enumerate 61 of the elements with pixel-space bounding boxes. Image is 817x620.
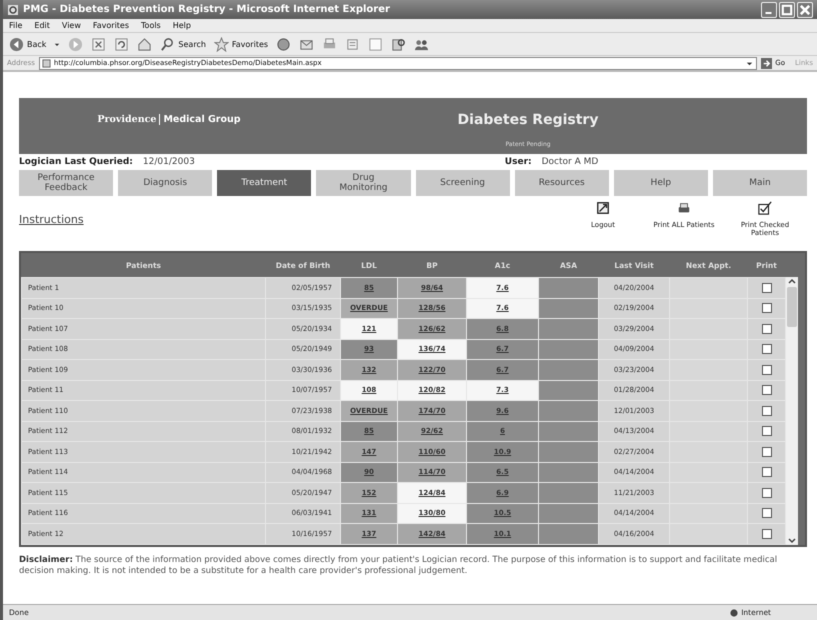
print-checkbox[interactable] [762, 508, 772, 518]
maximize-icon [780, 2, 794, 16]
browser-icon [7, 4, 19, 16]
queried-date: 12/01/2003 [142, 156, 195, 166]
maximize-button[interactable] [779, 2, 795, 18]
user-label: User: [504, 156, 532, 166]
menu-item[interactable]: Edit [34, 21, 50, 30]
queried-label: Logician Last Queried: [19, 156, 133, 166]
scrollbar-thumb[interactable] [787, 287, 797, 327]
menu-item[interactable]: Favorites [92, 21, 130, 30]
blank-page-icon[interactable] [368, 36, 384, 52]
search-button[interactable]: Search [160, 36, 206, 52]
print-checkbox[interactable] [762, 446, 772, 457]
research-icon[interactable] [391, 36, 406, 52]
print-checkbox[interactable] [762, 282, 772, 293]
org-name: Medical Group [162, 114, 241, 125]
user-name: Doctor A MD [542, 156, 600, 166]
minimize-icon [765, 12, 772, 14]
print-checkbox[interactable] [762, 426, 772, 436]
close-icon [798, 2, 812, 16]
checkbox-icon[interactable] [758, 201, 772, 215]
favorites-button[interactable]: Favorites [214, 36, 268, 52]
nav-tab[interactable]: Main [712, 170, 807, 196]
disclaimer-text: Disclaimer: The source of the information provided above comes directly from your patient's Logician record. The purpose of this information is to support and facilitate medical decision making. It is not intended to be a substitute for a health care provider's professional judgement. [19, 554, 778, 576]
logout-icon[interactable] [596, 201, 610, 215]
page-icon [42, 58, 51, 68]
menu-item[interactable]: Tools [141, 21, 161, 30]
star-icon [214, 36, 229, 52]
back-button[interactable]: Back [9, 36, 46, 52]
minimize-button[interactable] [761, 2, 777, 18]
print-checkbox[interactable] [762, 385, 772, 396]
home-icon[interactable] [137, 36, 152, 52]
print-checkbox[interactable] [762, 344, 772, 354]
nav-tab[interactable]: Diagnosis [118, 170, 212, 196]
print-checkbox[interactable] [762, 364, 772, 375]
menu-item[interactable]: View [62, 21, 81, 30]
menu-item[interactable]: File [9, 21, 22, 30]
print-checkbox[interactable] [762, 303, 772, 314]
scrollbar[interactable] [786, 277, 798, 544]
nav-tab[interactable]: Screening [416, 170, 510, 196]
edit-icon[interactable] [345, 36, 360, 52]
nav-tab[interactable]: Resources [514, 170, 609, 196]
nav-tab[interactable]: Performance Feedback [19, 170, 114, 196]
window-title: PMG - Diabetes Prevention Registry - Microsoft Internet Explorer [23, 4, 391, 15]
org-name: Providence [97, 114, 160, 125]
nav-tab[interactable]: Help [614, 170, 708, 196]
menu-item[interactable]: Help [172, 21, 191, 30]
print-checkbox[interactable] [762, 467, 772, 478]
instructions-link[interactable]: Instructions [19, 213, 84, 226]
stop-icon[interactable] [91, 36, 106, 52]
page-title: Diabetes Registry [458, 112, 598, 128]
close-button[interactable] [797, 2, 813, 18]
print-checkbox[interactable] [762, 406, 772, 416]
nav-tab[interactable]: Treatment [217, 170, 312, 196]
refresh-icon[interactable] [114, 36, 130, 52]
printer-icon[interactable] [677, 201, 691, 215]
search-icon [160, 36, 176, 52]
print-checkbox[interactable] [762, 324, 772, 334]
nav-tab[interactable]: Drug Monitoring [316, 170, 410, 196]
print-checkbox[interactable] [762, 528, 772, 539]
print-checkbox[interactable] [762, 488, 772, 498]
